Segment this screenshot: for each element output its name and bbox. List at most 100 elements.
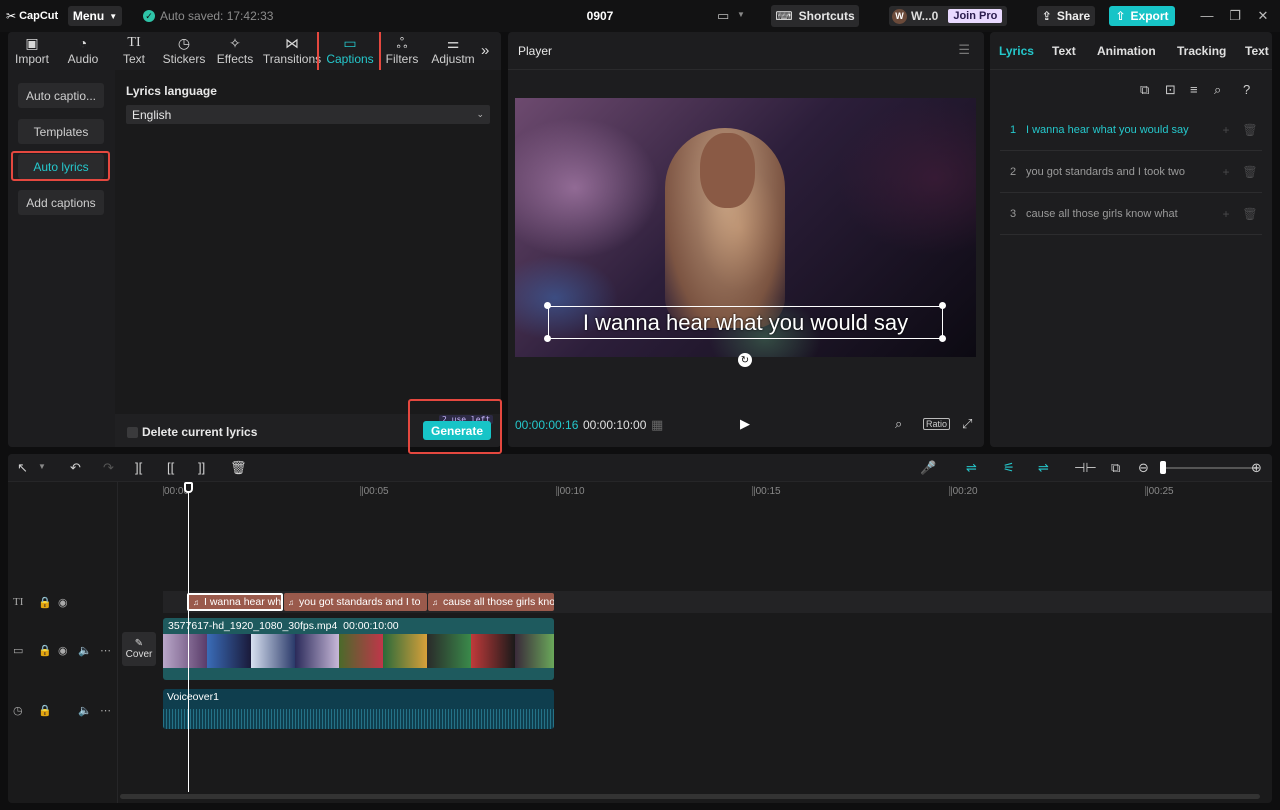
play-icon[interactable]: ▶ bbox=[740, 416, 750, 432]
undo-icon[interactable]: ↶ bbox=[70, 460, 81, 476]
lyric-clip[interactable]: ♫ cause all those girls kno bbox=[428, 593, 554, 611]
share-button[interactable]: ⇪ Share bbox=[1037, 6, 1095, 26]
lock-icon[interactable]: 🔒 bbox=[38, 704, 52, 717]
menu-button[interactable]: Menu ▼ bbox=[68, 6, 122, 26]
layout-chevron-icon[interactable]: ▼ bbox=[737, 10, 745, 19]
fullscreen-icon[interactable]: ⤢ bbox=[962, 416, 972, 432]
shortcuts-button[interactable]: ⌨ Shortcuts bbox=[771, 5, 859, 27]
lock-icon[interactable]: 🔒 bbox=[38, 644, 52, 657]
help-icon[interactable]: ? bbox=[1243, 82, 1250, 97]
trash-icon[interactable]: 🗑 bbox=[1238, 207, 1262, 221]
split-icon[interactable]: ][ bbox=[135, 460, 142, 475]
video-clip[interactable]: 3577617-hd_1920_1080_30fps.mp4 00:00:10:… bbox=[163, 618, 554, 680]
timecode-grid-icon[interactable]: ▦ bbox=[651, 417, 663, 433]
zoom-in-icon[interactable]: ⊕ bbox=[1251, 460, 1262, 476]
tab-tracking[interactable]: Tracking bbox=[1177, 44, 1226, 58]
select-cursor-icon[interactable]: ↖ bbox=[17, 460, 28, 476]
lyrics-language-select[interactable]: English ⌄ bbox=[126, 105, 490, 124]
rotate-handle-icon[interactable]: ↻ bbox=[738, 353, 752, 367]
resize-handle[interactable] bbox=[939, 335, 946, 342]
caption-image-icon[interactable]: ⊡ bbox=[1165, 82, 1176, 98]
lyric-line[interactable]: 3 cause all those girls know what + 🗑 bbox=[1000, 193, 1262, 235]
tab-audio[interactable]: ◔ Audio bbox=[64, 34, 102, 70]
magnet-link-icon[interactable]: ⇌ bbox=[966, 460, 977, 476]
more-tabs-icon[interactable]: » bbox=[481, 42, 489, 59]
trash-icon[interactable]: 🗑 bbox=[1238, 165, 1262, 179]
tab-effects[interactable]: ✧ Effects bbox=[215, 34, 255, 70]
export-button[interactable]: ⇧ Export bbox=[1109, 6, 1175, 26]
resize-handle[interactable] bbox=[939, 302, 946, 309]
speaker-icon[interactable]: 🔈 bbox=[78, 704, 92, 717]
total-timecode: 00:00:10:00 bbox=[583, 418, 647, 432]
tab-animation[interactable]: Animation bbox=[1097, 44, 1156, 58]
tab-filters[interactable]: ஃ Filters bbox=[382, 34, 422, 70]
trim-right-icon[interactable]: ]] bbox=[198, 460, 205, 475]
tab-text-to-speech[interactable]: Text bbox=[1245, 44, 1271, 58]
lyric-clip[interactable]: ♫ you got standards and I to bbox=[284, 593, 427, 611]
thumbnail-icon[interactable]: ⧉ bbox=[1111, 460, 1120, 476]
resize-handle[interactable] bbox=[544, 302, 551, 309]
tab-text-props[interactable]: Text bbox=[1052, 44, 1076, 58]
caption-overlay[interactable]: I wanna hear what you would say bbox=[548, 306, 943, 339]
cover-button[interactable]: ✎ Cover bbox=[122, 632, 156, 666]
more-icon[interactable]: ⋯ bbox=[100, 644, 111, 657]
redo-icon[interactable]: ↷ bbox=[103, 460, 114, 476]
tab-adjustment[interactable]: ⚌ Adjustm bbox=[428, 34, 478, 70]
speaker-icon[interactable]: 🔈 bbox=[78, 644, 92, 657]
nav-templates[interactable]: Templates bbox=[18, 119, 104, 144]
linkage-icon[interactable]: ⇌ bbox=[1038, 460, 1049, 476]
plus-icon[interactable]: + bbox=[1214, 165, 1238, 179]
tab-lyrics[interactable]: Lyrics bbox=[999, 44, 1034, 58]
zoom-out-icon[interactable]: ⊖ bbox=[1138, 460, 1149, 476]
lyric-number: 1 bbox=[1009, 123, 1017, 136]
video-preview[interactable]: I wanna hear what you would say bbox=[515, 98, 976, 357]
ratio-button[interactable]: Ratio bbox=[923, 418, 951, 430]
more-icon[interactable]: ⋯ bbox=[100, 704, 111, 717]
delete-current-lyrics-checkbox[interactable]: Delete current lyrics bbox=[127, 425, 257, 439]
minimize-icon[interactable]: — bbox=[1199, 8, 1215, 23]
sort-icon[interactable]: ≡ bbox=[1190, 82, 1198, 97]
user-account-chip[interactable]: W W...0 Join Pro bbox=[889, 6, 1007, 26]
hamburger-icon[interactable]: ☰ bbox=[958, 42, 970, 58]
trash-icon[interactable]: 🗑 bbox=[1238, 123, 1262, 137]
eye-icon[interactable]: ◉ bbox=[58, 644, 68, 657]
inspector-panel: Lyrics Text Animation Tracking Text ⧉ ⊡ … bbox=[990, 32, 1272, 447]
lyric-clip[interactable]: ♫ I wanna hear wh bbox=[187, 593, 283, 611]
filters-icon: ஃ bbox=[396, 35, 408, 51]
tab-import[interactable]: ▣ Import bbox=[12, 34, 52, 70]
lyric-line[interactable]: 2 you got standards and I took two + 🗑 bbox=[1000, 151, 1262, 193]
delete-icon[interactable]: 🗑 bbox=[230, 460, 247, 476]
tab-stickers[interactable]: ◷ Stickers bbox=[162, 34, 206, 70]
fit-view-icon[interactable]: ⌕ bbox=[895, 416, 902, 432]
trim-left-icon[interactable]: [[ bbox=[167, 460, 174, 475]
maximize-icon[interactable]: ❐ bbox=[1227, 8, 1243, 24]
horizontal-scrollbar[interactable] bbox=[120, 794, 1260, 799]
lyric-line[interactable]: 1 I wanna hear what you would say + 🗑 bbox=[1000, 109, 1262, 151]
tab-text[interactable]: TI Text bbox=[116, 34, 152, 70]
chevron-down-icon[interactable]: ▼ bbox=[38, 462, 46, 471]
resize-handle[interactable] bbox=[544, 335, 551, 342]
microphone-icon[interactable]: 🎤 bbox=[920, 460, 936, 476]
lock-icon[interactable]: 🔒 bbox=[38, 596, 52, 609]
tab-transitions[interactable]: ⋈ Transitions bbox=[262, 34, 322, 70]
close-icon[interactable]: ✕ bbox=[1255, 8, 1271, 24]
caption-add-icon[interactable]: ⧉ bbox=[1140, 82, 1149, 98]
join-pro-badge[interactable]: Join Pro bbox=[948, 9, 1003, 23]
time-ruler[interactable]: 00:00 |00:05 |00:10 |00:15 |00:20 |00:25 bbox=[118, 482, 1272, 502]
auto-snap-icon[interactable]: ⚟ bbox=[1003, 460, 1015, 476]
layout-icon[interactable]: ▭ bbox=[717, 8, 729, 24]
zoom-slider[interactable] bbox=[1161, 467, 1256, 469]
plus-icon[interactable]: + bbox=[1214, 123, 1238, 137]
plus-icon[interactable]: + bbox=[1214, 207, 1238, 221]
nav-add-captions[interactable]: Add captions bbox=[18, 190, 104, 215]
zoom-slider-handle[interactable] bbox=[1160, 461, 1166, 474]
audio-clip[interactable]: Voiceover1 bbox=[163, 689, 554, 729]
playhead[interactable] bbox=[188, 482, 189, 792]
eye-icon[interactable]: ◉ bbox=[58, 596, 68, 609]
playhead-handle[interactable] bbox=[184, 482, 193, 493]
timeline-toolbar: ↖ ▼ ↶ ↷ ][ [[ ]] 🗑 🎤 ⇌ ⚟ ⇌ ⊣⊢ ⧉ ⊖ ⊕ bbox=[8, 454, 1272, 482]
preview-axis-icon[interactable]: ⊣⊢ bbox=[1074, 460, 1097, 476]
search-icon[interactable]: ⌕ bbox=[1214, 82, 1221, 98]
nav-auto-captions[interactable]: Auto captio... bbox=[18, 83, 104, 108]
captions-tab-highlight bbox=[317, 32, 381, 74]
